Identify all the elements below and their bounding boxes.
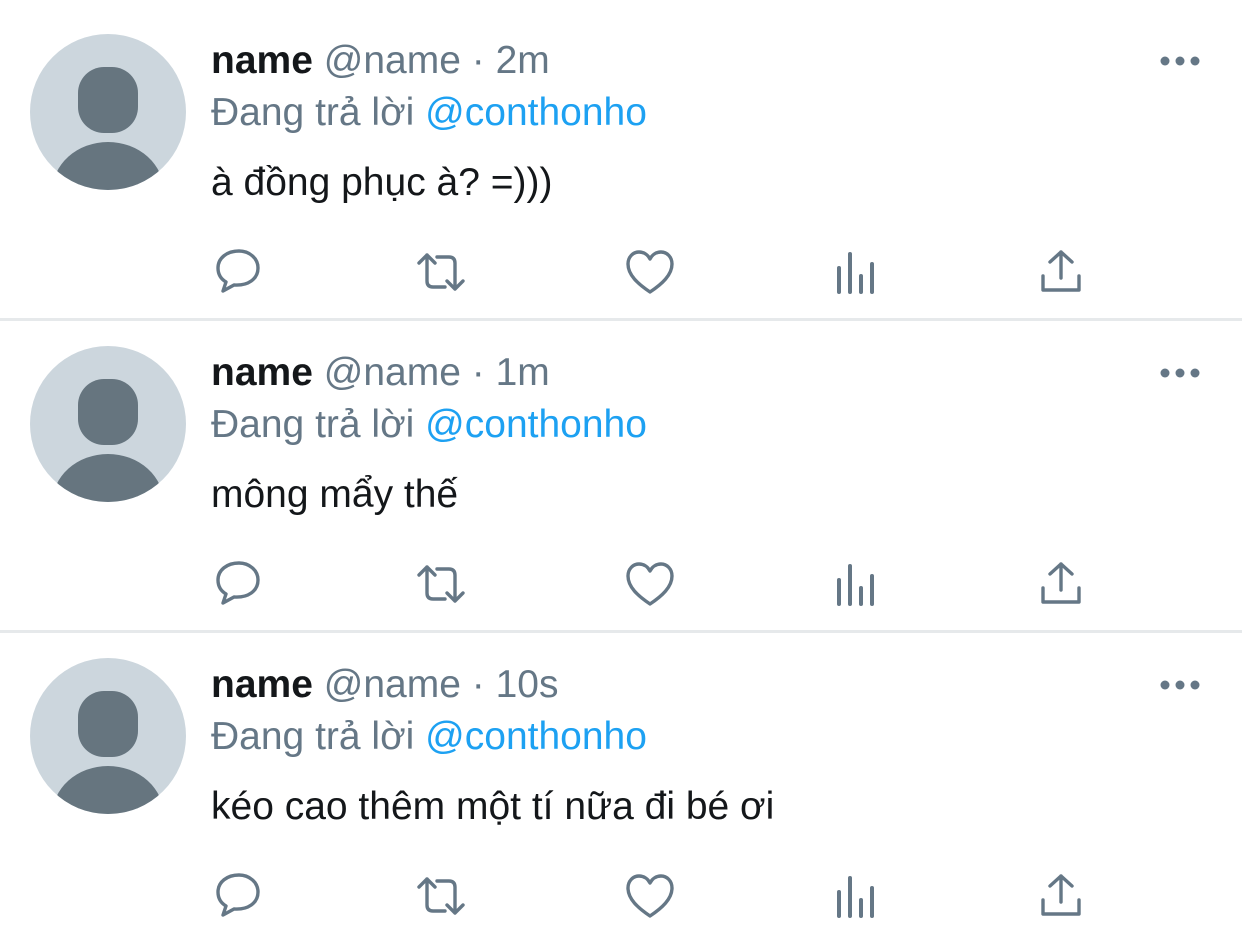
heart-icon[interactable] [624,246,676,298]
analytics-icon[interactable] [830,246,882,298]
more-horizontal-icon[interactable] [1158,677,1202,693]
tweet[interactable]: name @name · 10s Đang trả lời @conthonho… [0,624,1242,936]
reply-prefix: Đang trả lời [211,715,415,758]
reply-to-link[interactable]: @conthonho [425,403,647,446]
share-icon[interactable] [1035,870,1087,922]
separator-dot: · [471,351,485,394]
more-horizontal-icon[interactable] [1158,53,1202,69]
tweet-header: name @name · 2m [211,38,550,84]
avatar[interactable] [30,34,186,190]
display-name[interactable]: name [211,663,313,706]
avatar-body-shape [52,142,164,190]
tweet[interactable]: name @name · 1m Đang trả lời @conthonho … [0,312,1242,624]
display-name[interactable]: name [211,351,313,394]
timestamp[interactable]: 2m [496,39,550,82]
more-horizontal-icon[interactable] [1158,365,1202,381]
tweet-text: à đồng phục à? =))) [211,161,553,204]
reply-bubble-icon[interactable] [212,870,264,922]
reply-bubble-icon[interactable] [212,558,264,610]
reply-context: Đang trả lời @conthonho [211,402,647,448]
separator-dot: · [471,663,485,706]
timestamp[interactable]: 1m [496,351,550,394]
tweet-text: kéo cao thêm một tí nữa đi bé ơi [211,785,775,828]
retweet-icon[interactable] [415,558,467,610]
retweet-icon[interactable] [415,870,467,922]
tweet-header: name @name · 10s [211,662,558,708]
share-icon[interactable] [1035,246,1087,298]
reply-to-link[interactable]: @conthonho [425,91,647,134]
timestamp[interactable]: 10s [496,663,559,706]
avatar[interactable] [30,658,186,814]
tweet-text: mông mẩy thế [211,473,459,516]
reply-to-link[interactable]: @conthonho [425,715,647,758]
user-handle[interactable]: @name [324,39,461,82]
heart-icon[interactable] [624,870,676,922]
avatar[interactable] [30,346,186,502]
tweet-header: name @name · 1m [211,350,550,396]
heart-icon[interactable] [624,558,676,610]
reply-bubble-icon[interactable] [212,246,264,298]
avatar-body-shape [52,454,164,502]
reply-context: Đang trả lời @conthonho [211,714,647,760]
tweet[interactable]: name @name · 2m Đang trả lời @conthonho … [0,0,1242,312]
analytics-icon[interactable] [830,870,882,922]
reply-prefix: Đang trả lời [211,403,415,446]
analytics-icon[interactable] [830,558,882,610]
avatar-head-shape [78,67,138,133]
display-name[interactable]: name [211,39,313,82]
avatar-body-shape [52,766,164,814]
share-icon[interactable] [1035,558,1087,610]
reply-context: Đang trả lời @conthonho [211,90,647,136]
avatar-head-shape [78,691,138,757]
user-handle[interactable]: @name [324,351,461,394]
retweet-icon[interactable] [415,246,467,298]
avatar-head-shape [78,379,138,445]
user-handle[interactable]: @name [324,663,461,706]
separator-dot: · [471,39,485,82]
reply-prefix: Đang trả lời [211,91,415,134]
